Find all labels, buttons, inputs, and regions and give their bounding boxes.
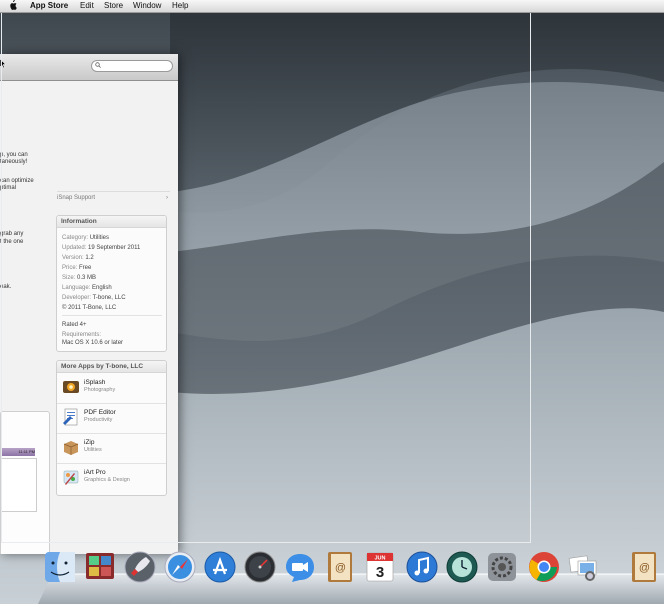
- list-item-iart-pro[interactable]: iArt Pro Graphics & Design: [57, 463, 166, 493]
- thumbnail-content: [1, 458, 37, 512]
- support-link-label: iSnap Support: [57, 195, 96, 201]
- list-item-isplash[interactable]: iSplash Photography: [57, 373, 166, 404]
- menu-app-store[interactable]: App Store: [30, 0, 68, 12]
- more-apps-panel: More Apps by T-bone, LLC iSplash Photogr…: [56, 360, 167, 496]
- app-store-icon: [204, 551, 236, 583]
- dock-facetime[interactable]: [282, 549, 318, 585]
- apple-menu-icon[interactable]: [9, 0, 17, 13]
- info-category: Category: Utilities: [62, 235, 110, 241]
- more-apps-title: More Apps by T-bone, LLC: [57, 361, 166, 373]
- calendar-month: JUN: [374, 556, 385, 562]
- app-store-window: p, you can taneously! can optimize ptima…: [0, 54, 178, 554]
- search-input[interactable]: [91, 60, 173, 72]
- dock-time-machine[interactable]: [444, 549, 480, 585]
- mail-icon: @: [632, 552, 656, 582]
- dock-mail[interactable]: @: [626, 549, 662, 585]
- dashboard-icon: [244, 551, 276, 583]
- description-text: grab any: [0, 231, 24, 237]
- dock-ical[interactable]: JUN 3: [362, 549, 398, 585]
- menu-store[interactable]: Store: [104, 0, 123, 12]
- preview-icon: [568, 555, 597, 581]
- info-requirements-label: Requirements:: [62, 332, 102, 338]
- info-rating: Rated 4+: [62, 322, 87, 328]
- divider: [62, 315, 162, 316]
- menu-help[interactable]: Help: [172, 0, 188, 12]
- menu-window[interactable]: Window: [133, 0, 161, 12]
- description-text: eak.: [0, 284, 12, 290]
- chrome-icon: [529, 552, 559, 582]
- info-language: Language: English: [62, 285, 112, 291]
- info-updated: Updated: 19 September 2011: [62, 245, 141, 251]
- safari-icon: [164, 551, 196, 583]
- info-version: Version: 1.2: [62, 255, 94, 261]
- screenshot-thumbnail[interactable]: 11:11 PM: [0, 411, 50, 554]
- launchpad-icon: [124, 551, 156, 583]
- list-item-izip[interactable]: iZip Utilities: [57, 433, 166, 464]
- dock-itunes[interactable]: [404, 549, 440, 585]
- izip-icon: [63, 441, 79, 455]
- ical-icon: JUN 3: [366, 552, 394, 582]
- info-copyright: © 2011 T-Bone, LLC: [62, 305, 117, 311]
- dock-dashboard[interactable]: [242, 549, 278, 585]
- window-toolbar: [0, 54, 178, 81]
- description-text: t the one: [0, 239, 24, 245]
- photo-booth-icon: [86, 553, 114, 579]
- dock-chrome[interactable]: [526, 549, 562, 585]
- info-size: Size: 0.3 MB: [62, 275, 97, 281]
- dock-photo-booth[interactable]: [82, 549, 118, 585]
- search-icon: [95, 62, 101, 68]
- information-panel: Information Category: Utilities Updated:…: [56, 215, 167, 352]
- dock-preview[interactable]: [566, 549, 602, 585]
- system-preferences-icon: [488, 553, 516, 581]
- info-developer: Developer: T-bone, LLC: [62, 295, 126, 301]
- info-requirements: Mac OS X 10.6 or later: [62, 340, 124, 346]
- description-text: taneously!: [0, 159, 28, 165]
- dock-system-preferences[interactable]: [484, 549, 520, 585]
- list-item-pdf-editor[interactable]: PDF Editor Productivity: [57, 403, 166, 434]
- info-price: Price: Free: [62, 265, 92, 271]
- chevron-right-icon: ›: [166, 195, 168, 201]
- isplash-icon: [63, 381, 79, 393]
- iart-pro-icon: [63, 470, 79, 485]
- menu-edit[interactable]: Edit: [80, 0, 94, 12]
- itunes-icon: [406, 551, 438, 583]
- menu-bar: App Store Edit Store Window Help: [0, 0, 664, 13]
- thumbnail-titlebar: 11:11 PM: [1, 448, 35, 456]
- finder-icon: [45, 552, 75, 582]
- calendar-day: 3: [376, 564, 384, 581]
- dock-launchpad[interactable]: [122, 549, 158, 585]
- facetime-icon: [286, 554, 314, 582]
- support-link[interactable]: iSnap Support ›: [57, 191, 170, 203]
- dock-app-store[interactable]: [202, 549, 238, 585]
- svg-text:@: @: [335, 562, 346, 574]
- description-text: ptimal: [0, 185, 17, 191]
- dock-safari[interactable]: [162, 549, 198, 585]
- information-title: Information: [57, 216, 166, 228]
- svg-text:@: @: [639, 562, 650, 574]
- dock-finder[interactable]: [42, 549, 78, 585]
- dock-address-book[interactable]: @: [322, 549, 358, 585]
- pdf-editor-icon: [63, 408, 78, 426]
- mouse-cursor-icon: [0, 59, 6, 69]
- address-book-icon: @: [328, 552, 352, 582]
- time-machine-icon: [446, 551, 478, 583]
